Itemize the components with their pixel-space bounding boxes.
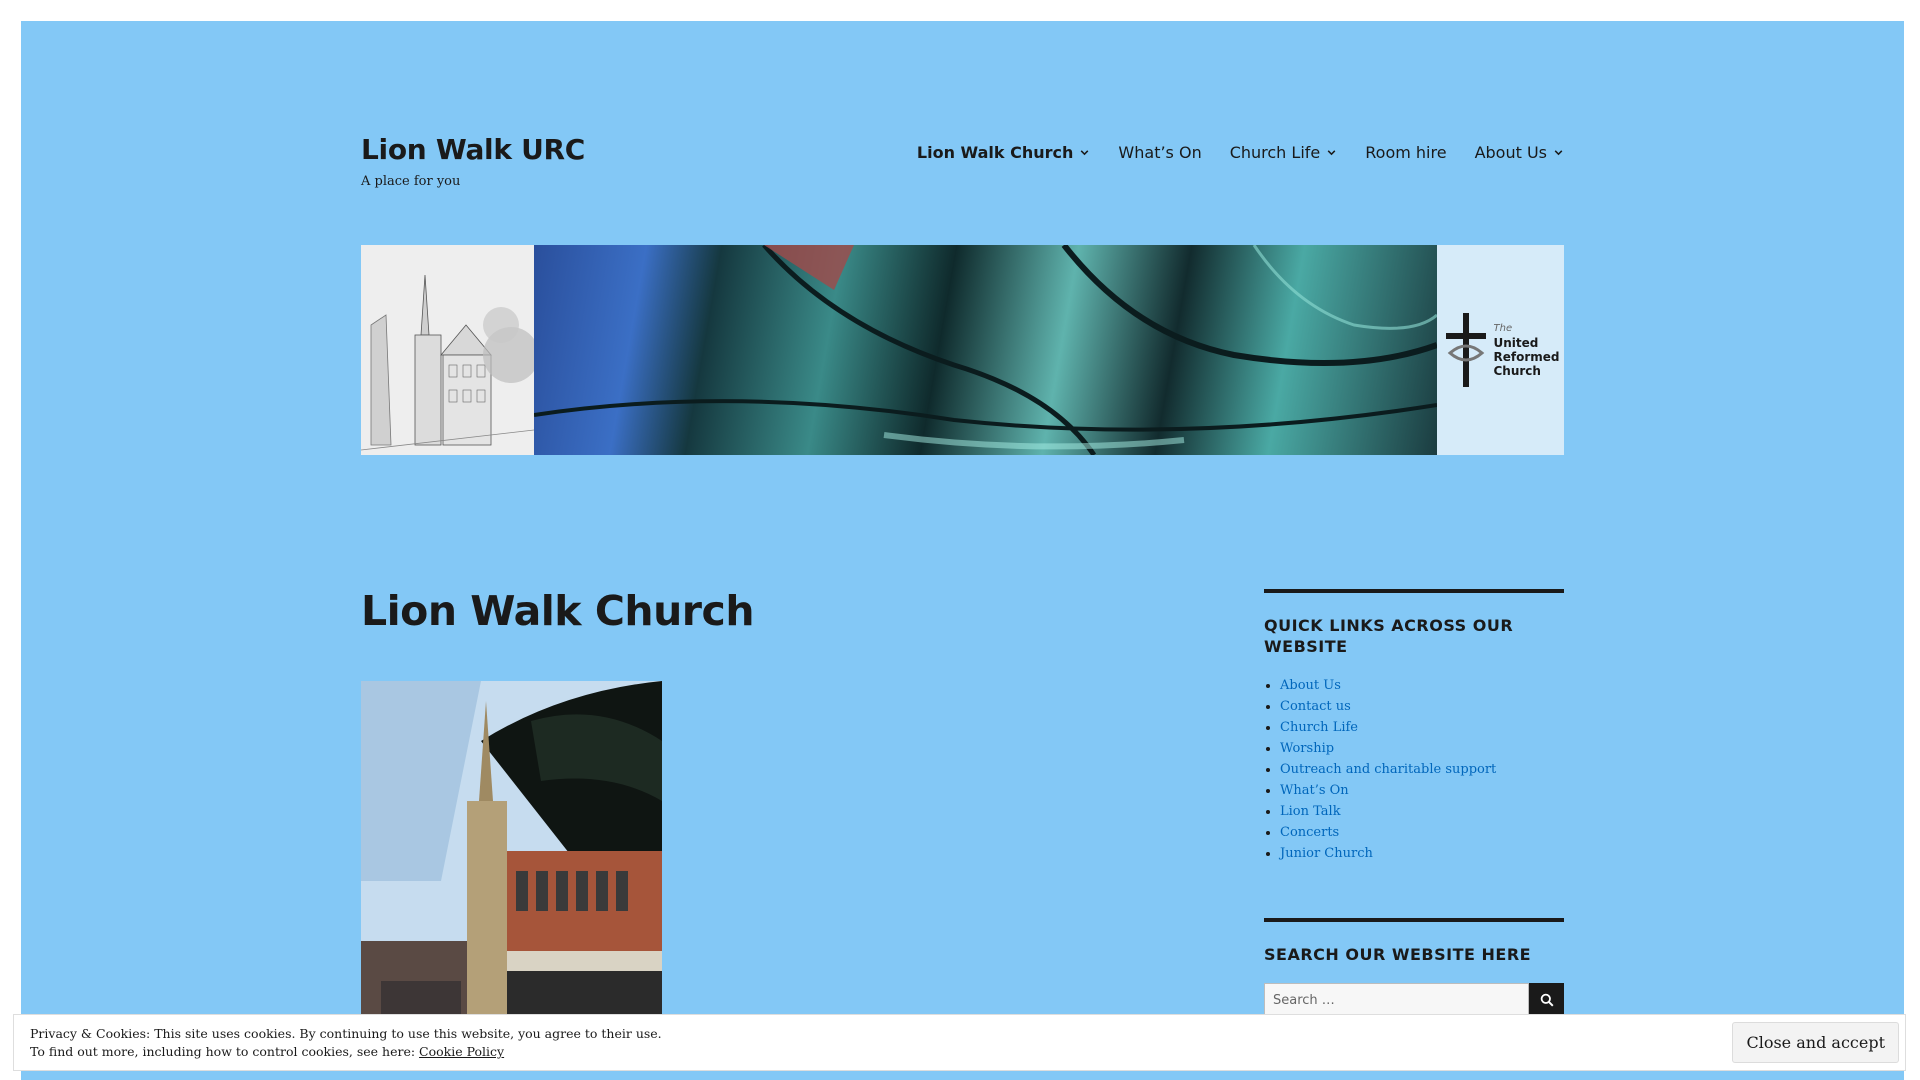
- nav-item-church-life[interactable]: Church Life: [1230, 143, 1338, 162]
- header-banner[interactable]: The United Reformed Church: [361, 245, 1564, 455]
- chevron-down-icon: [1081, 150, 1089, 156]
- quick-links-list: About Us Contact us Church Life Worship …: [1264, 675, 1564, 864]
- cookie-notice-line1: Privacy & Cookies: This site uses cookie…: [30, 1026, 662, 1041]
- list-item: Outreach and charitable support: [1280, 759, 1564, 780]
- nav-item-label: Church Life: [1229, 143, 1321, 162]
- list-item: Worship: [1280, 738, 1564, 759]
- cookie-notice-text: Privacy & Cookies: This site uses cookie…: [30, 1025, 662, 1061]
- church-photo: [361, 681, 662, 1034]
- cookie-banner: Privacy & Cookies: This site uses cookie…: [13, 1014, 1906, 1071]
- chevron-down-icon: [1327, 150, 1336, 156]
- quick-link-lion-talk[interactable]: Lion Talk: [1280, 804, 1341, 819]
- stained-glass-image: [534, 245, 1437, 455]
- nav-item-whats-on[interactable]: What’s On: [1118, 143, 1201, 162]
- urc-logo-line3: Church: [1493, 364, 1541, 378]
- main-navigation: Lion Walk Church What’s On Church Life R…: [917, 143, 1564, 162]
- cookie-notice-line2-text: To find out more, including how to contr…: [30, 1044, 420, 1059]
- search-widget: SEARCH OUR WEBSITE HERE: [1264, 918, 1564, 1017]
- site-tagline: A place for you: [361, 174, 461, 189]
- sidebar: QUICK LINKS ACROSS OUR WEBSITE About Us …: [1264, 589, 1564, 1017]
- quick-links-widget: QUICK LINKS ACROSS OUR WEBSITE About Us …: [1264, 589, 1564, 864]
- nav-item-lion-walk-church[interactable]: Lion Walk Church: [917, 143, 1091, 162]
- search-input[interactable]: [1264, 983, 1529, 1017]
- list-item: Lion Talk: [1280, 801, 1564, 822]
- search-button[interactable]: [1529, 983, 1564, 1017]
- nav-item-about-us[interactable]: About Us: [1475, 143, 1564, 162]
- page-title: Lion Walk Church: [361, 587, 755, 635]
- search-form: [1264, 983, 1564, 1017]
- urc-logo-line1: United: [1493, 336, 1539, 350]
- quick-link-whats-on[interactable]: What’s On: [1280, 783, 1349, 798]
- quick-link-junior-church[interactable]: Junior Church: [1280, 846, 1373, 861]
- quick-link-church-life[interactable]: Church Life: [1280, 720, 1358, 735]
- list-item: About Us: [1280, 675, 1564, 696]
- nav-item-label: Lion Walk Church: [916, 143, 1074, 162]
- church-sketch-image: [361, 245, 534, 455]
- quick-link-outreach[interactable]: Outreach and charitable support: [1280, 762, 1496, 777]
- cookie-policy-link[interactable]: Cookie Policy: [419, 1044, 504, 1059]
- quick-link-about-us[interactable]: About Us: [1280, 678, 1341, 693]
- list-item: Junior Church: [1280, 843, 1564, 864]
- quick-links-title: QUICK LINKS ACROSS OUR WEBSITE: [1264, 616, 1514, 656]
- urc-cross-icon: [1445, 313, 1486, 387]
- search-icon: [1540, 993, 1554, 1007]
- page-frame: Lion Walk URC A place for you Lion Walk …: [21, 21, 1904, 1080]
- nav-item-label: About Us: [1474, 143, 1547, 162]
- close-and-accept-button[interactable]: Close and accept: [1732, 1022, 1899, 1063]
- urc-logo: The United Reformed Church: [1437, 245, 1564, 455]
- quick-link-concerts[interactable]: Concerts: [1280, 825, 1339, 840]
- search-widget-title: SEARCH OUR WEBSITE HERE: [1264, 945, 1532, 964]
- site-container: Lion Walk URC A place for you Lion Walk …: [361, 21, 1564, 1080]
- quick-link-worship[interactable]: Worship: [1280, 741, 1334, 756]
- list-item: Contact us: [1280, 696, 1564, 717]
- urc-logo-line2: Reformed: [1493, 350, 1560, 364]
- list-item: Concerts: [1280, 822, 1564, 843]
- nav-item-label: Room hire: [1365, 143, 1447, 162]
- quick-link-contact-us[interactable]: Contact us: [1280, 699, 1351, 714]
- nav-item-label: What’s On: [1118, 143, 1202, 162]
- urc-logo-the: The: [1493, 323, 1513, 334]
- cookie-notice-line2: To find out more, including how to contr…: [30, 1043, 662, 1061]
- list-item: Church Life: [1280, 717, 1564, 738]
- site-title[interactable]: Lion Walk URC: [361, 133, 585, 166]
- list-item: What’s On: [1280, 780, 1564, 801]
- nav-item-room-hire[interactable]: Room hire: [1365, 143, 1446, 162]
- chevron-down-icon: [1554, 150, 1563, 156]
